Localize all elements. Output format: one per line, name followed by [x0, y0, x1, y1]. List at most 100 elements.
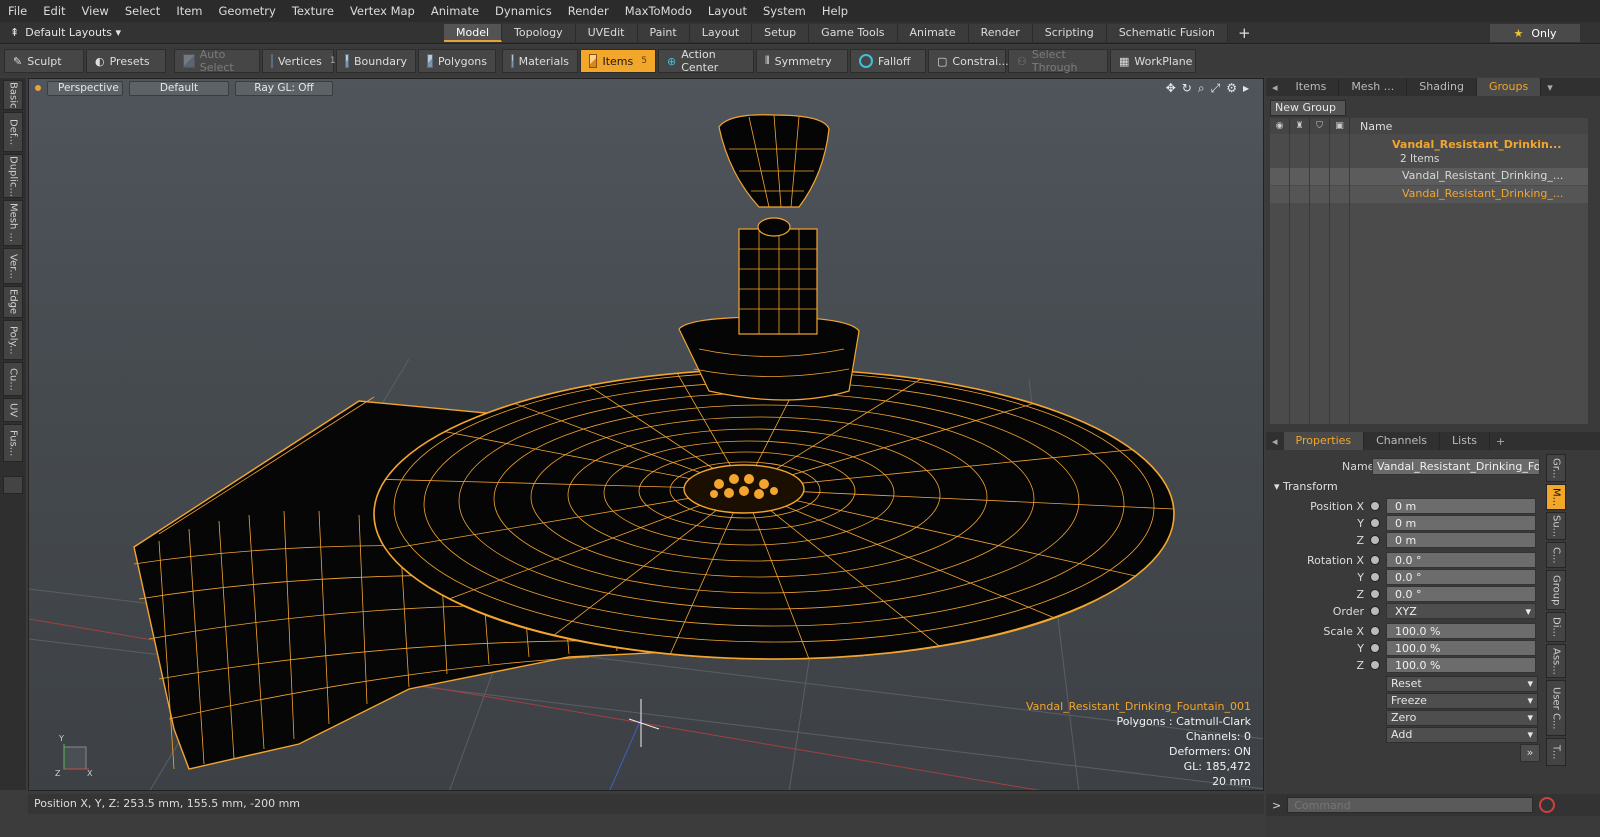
rotation-z-field[interactable]: 0.0 ° — [1386, 586, 1536, 602]
zero-dropdown[interactable]: Zero — [1386, 710, 1538, 726]
add-props-tab-icon[interactable]: + — [1490, 435, 1511, 448]
menu-edit[interactable]: Edit — [35, 0, 73, 22]
tab-scripting[interactable]: Scripting — [1032, 24, 1107, 42]
more-arrow-icon[interactable]: ▸ — [1243, 81, 1249, 96]
shield-icon[interactable]: ⛉ — [1310, 118, 1330, 134]
tab-properties[interactable]: Properties — [1283, 432, 1365, 450]
tab-fusion[interactable]: Fus... — [3, 424, 23, 462]
vertices-button[interactable]: Vertices 1 — [262, 49, 336, 73]
only-button[interactable]: ★ Only — [1490, 24, 1580, 42]
tab-lists[interactable]: Lists — [1440, 432, 1490, 450]
layout-select[interactable]: ⇞ Default Layouts ▾ — [0, 26, 130, 39]
side-tab-ass[interactable]: Ass... — [1546, 644, 1566, 678]
tab-edge[interactable]: Edge — [3, 286, 23, 318]
tab-polygon[interactable]: Poly... — [3, 320, 23, 360]
tab-uvedit[interactable]: UVEdit — [575, 24, 638, 42]
record-icon[interactable] — [1539, 797, 1556, 813]
side-tab-t[interactable]: T... — [1546, 738, 1566, 766]
add-dropdown[interactable]: Add — [1386, 727, 1538, 743]
tab-shading[interactable]: Shading — [1407, 78, 1477, 96]
raygl-toggle[interactable]: Ray GL: Off — [235, 80, 333, 96]
tab-duplicate[interactable]: Duplic... — [3, 154, 23, 198]
side-tab-gr[interactable]: Gr... — [1546, 454, 1566, 482]
tab-model[interactable]: Model — [444, 24, 503, 42]
scale-z-field[interactable]: 100.0 % — [1386, 657, 1536, 673]
workplane-button[interactable]: ▦ WorkPlane — [1110, 49, 1196, 73]
side-tab-m[interactable]: M... — [1546, 484, 1566, 510]
3d-viewport[interactable]: Y X Z Perspective Default Ray GL: Off ✥ … — [28, 78, 1264, 791]
menu-vertex-map[interactable]: Vertex Map — [342, 0, 423, 22]
tab-layout[interactable]: Layout — [689, 24, 753, 42]
sculpt-button[interactable]: ✎ Sculpt — [4, 49, 84, 73]
transform-section[interactable]: ▾ Transform — [1274, 480, 1338, 493]
order-dropdown[interactable]: XYZ — [1386, 603, 1536, 619]
tab-extra[interactable] — [3, 476, 23, 494]
eye-icon[interactable]: ◉ — [1270, 118, 1290, 134]
menu-layout[interactable]: Layout — [700, 0, 755, 22]
tab-schematic-fusion[interactable]: Schematic Fusion — [1106, 24, 1229, 42]
command-input[interactable] — [1287, 797, 1534, 813]
presets-button[interactable]: ◐ Presets — [86, 49, 166, 73]
tab-basic[interactable]: Basic — [3, 80, 23, 110]
constraints-button[interactable]: ▢ Constrai... — [928, 49, 1009, 73]
position-z-anim-toggle[interactable] — [1370, 535, 1380, 545]
tab-render[interactable]: Render — [968, 24, 1033, 42]
menu-file[interactable]: File — [0, 0, 35, 22]
gear-icon[interactable]: ⚙ — [1226, 81, 1237, 96]
panel-menu-icon[interactable]: ◂ — [1266, 81, 1284, 94]
view-mode-dropdown[interactable]: Perspective — [47, 80, 123, 96]
position-y-field[interactable]: 0 m — [1386, 515, 1536, 531]
select-through-button[interactable]: ⚇ Select Through — [1008, 48, 1108, 74]
scale-y-anim-toggle[interactable] — [1370, 643, 1380, 653]
tab-vertex[interactable]: Ver... — [3, 248, 23, 284]
menu-texture[interactable]: Texture — [284, 0, 342, 22]
props-menu-icon[interactable]: ◂ — [1266, 435, 1284, 448]
menu-system[interactable]: System — [755, 0, 814, 22]
menu-view[interactable]: View — [74, 0, 117, 22]
menu-geometry[interactable]: Geometry — [211, 0, 284, 22]
scale-z-anim-toggle[interactable] — [1370, 660, 1380, 670]
order-anim-toggle[interactable] — [1370, 606, 1380, 616]
tab-items[interactable]: Items — [1284, 78, 1340, 96]
rotation-y-field[interactable]: 0.0 ° — [1386, 569, 1536, 585]
tab-deform[interactable]: Def... — [3, 112, 23, 152]
rotation-z-anim-toggle[interactable] — [1370, 589, 1380, 599]
pan-icon[interactable]: ✥ — [1166, 81, 1176, 96]
tab-channels[interactable]: Channels — [1364, 432, 1441, 450]
scale-x-anim-toggle[interactable] — [1370, 626, 1380, 636]
fit-icon[interactable]: ⤢ — [1211, 81, 1221, 96]
position-y-anim-toggle[interactable] — [1370, 518, 1380, 528]
tab-uv[interactable]: UV — [3, 398, 23, 422]
shading-dropdown[interactable]: Default — [129, 80, 229, 96]
tab-game-tools[interactable]: Game Tools — [809, 24, 898, 42]
tab-paint[interactable]: Paint — [637, 24, 690, 42]
materials-button[interactable]: Materials — [502, 49, 578, 73]
rotation-y-anim-toggle[interactable] — [1370, 572, 1380, 582]
expand-button[interactable]: » — [1520, 744, 1540, 762]
rotation-x-field[interactable]: 0.0 ° — [1386, 552, 1536, 568]
new-group-button[interactable]: New Group — [1270, 100, 1346, 116]
rotate-icon[interactable]: ↻ — [1182, 81, 1192, 96]
cube-col-icon[interactable]: ▣ — [1330, 118, 1350, 134]
tab-setup[interactable]: Setup — [752, 24, 810, 42]
auto-select-button[interactable]: Auto Select — [174, 48, 260, 74]
tabs-dropdown-icon[interactable]: ▾ — [1541, 81, 1559, 94]
symmetry-button[interactable]: ⫴ Symmetry — [756, 49, 848, 73]
position-x-anim-toggle[interactable] — [1370, 501, 1380, 511]
menu-render[interactable]: Render — [560, 0, 617, 22]
zoom-icon[interactable]: ⌕ — [1198, 81, 1205, 96]
tab-mesh[interactable]: Mesh ... — [1339, 78, 1408, 96]
lock-icon[interactable]: ♜ — [1290, 118, 1310, 134]
position-x-field[interactable]: 0 m — [1386, 498, 1536, 514]
action-center-button[interactable]: ⊕ Action Center — [658, 48, 754, 74]
side-tab-su[interactable]: Su... — [1546, 512, 1566, 540]
side-tab-group[interactable]: Group — [1546, 570, 1566, 610]
tab-mesh[interactable]: Mesh ... — [3, 200, 23, 246]
scale-x-field[interactable]: 100.0 % — [1386, 623, 1536, 639]
reset-dropdown[interactable]: Reset — [1386, 676, 1538, 692]
menu-select[interactable]: Select — [117, 0, 168, 22]
group-row[interactable]: Vandal_Resistant_Drinkin... 2 Items — [1270, 136, 1588, 168]
tab-animate[interactable]: Animate — [897, 24, 969, 42]
viewport-menu-dot[interactable] — [35, 85, 41, 91]
menu-animate[interactable]: Animate — [423, 0, 487, 22]
